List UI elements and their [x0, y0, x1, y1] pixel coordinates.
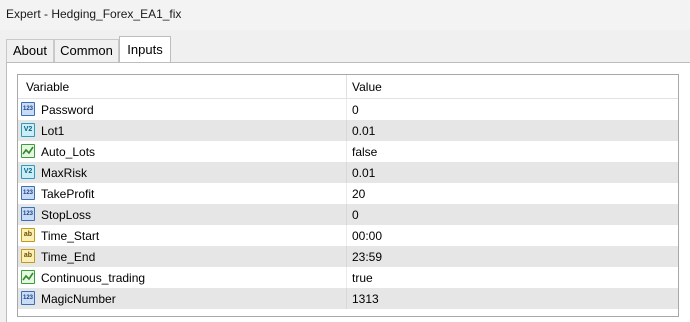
table-row[interactable]: V2 MaxRisk 0.01 [18, 162, 678, 183]
variable-value[interactable]: 20 [352, 187, 365, 201]
cell-divider [346, 204, 347, 225]
boolean-type-icon [21, 144, 35, 158]
variable-value[interactable]: false [352, 145, 377, 159]
cell-divider [346, 267, 347, 288]
variable-value[interactable]: 0.01 [352, 124, 375, 138]
table-row[interactable]: ab Time_Start 00:00 [18, 225, 678, 246]
table-row[interactable]: 123 StopLoss 0 [18, 204, 678, 225]
column-header-variable[interactable]: Variable [26, 80, 69, 94]
table-row[interactable]: V2 Lot1 0.01 [18, 120, 678, 141]
variable-value[interactable]: 1313 [352, 292, 379, 306]
variable-name: Time_End [41, 250, 96, 264]
variable-value[interactable]: 0 [352, 103, 359, 117]
variable-name: TakeProfit [41, 187, 95, 201]
tab-common-label: Common [60, 43, 113, 58]
variable-name: Continuous_trading [41, 271, 146, 285]
tab-common[interactable]: Common [54, 39, 119, 62]
cell-divider [346, 225, 347, 246]
table-row[interactable]: 123 Password 0 [18, 99, 678, 120]
column-header-value[interactable]: Value [352, 80, 382, 94]
inputs-panel: Variable Value 123 Password 0 V2 Lot1 0.01 Aut… [6, 62, 690, 322]
column-divider[interactable] [346, 75, 347, 98]
integer-type-icon: 123 [21, 207, 35, 221]
cell-divider [346, 99, 347, 120]
variable-name: MaxRisk [41, 166, 88, 180]
variable-value[interactable]: 00:00 [352, 229, 382, 243]
tab-about-label: About [13, 43, 47, 58]
boolean-type-icon [21, 270, 35, 284]
table-row[interactable]: ab Time_End 23:59 [18, 246, 678, 267]
integer-type-icon: 123 [21, 291, 35, 305]
variable-value[interactable]: 0 [352, 208, 359, 222]
variable-name: StopLoss [41, 208, 92, 222]
table-row[interactable]: 123 TakeProfit 20 [18, 183, 678, 204]
variable-name: MagicNumber [41, 292, 116, 306]
table-row[interactable]: 123 MagicNumber 1313 [18, 288, 678, 309]
variable-value[interactable]: true [352, 271, 373, 285]
table-row[interactable]: Continuous_trading true [18, 267, 678, 288]
cell-divider [346, 183, 347, 204]
table-header: Variable Value [18, 75, 678, 99]
variable-name: Password [41, 103, 94, 117]
cell-divider [346, 141, 347, 162]
inputs-table: Variable Value 123 Password 0 V2 Lot1 0.01 Aut… [17, 74, 679, 317]
table-row[interactable]: Auto_Lots false [18, 141, 678, 162]
double-type-icon: V2 [21, 165, 35, 179]
variable-name: Auto_Lots [41, 145, 96, 159]
string-type-icon: ab [21, 249, 35, 263]
string-type-icon: ab [21, 228, 35, 242]
variable-value[interactable]: 0.01 [352, 166, 375, 180]
variable-name: Lot1 [41, 124, 65, 138]
cell-divider [346, 288, 347, 309]
window-title: Expert - Hedging_Forex_EA1_fix [6, 7, 182, 21]
cell-divider [346, 246, 347, 267]
variable-name: Time_Start [41, 229, 100, 243]
tab-about[interactable]: About [6, 39, 54, 62]
title-bar: Expert - Hedging_Forex_EA1_fix [0, 0, 690, 30]
double-type-icon: V2 [21, 123, 35, 137]
integer-type-icon: 123 [21, 102, 35, 116]
tab-inputs[interactable]: Inputs [119, 36, 171, 63]
integer-type-icon: 123 [21, 186, 35, 200]
cell-divider [346, 120, 347, 141]
variable-value[interactable]: 23:59 [352, 250, 382, 264]
cell-divider [346, 162, 347, 183]
tab-inputs-label: Inputs [127, 42, 163, 57]
